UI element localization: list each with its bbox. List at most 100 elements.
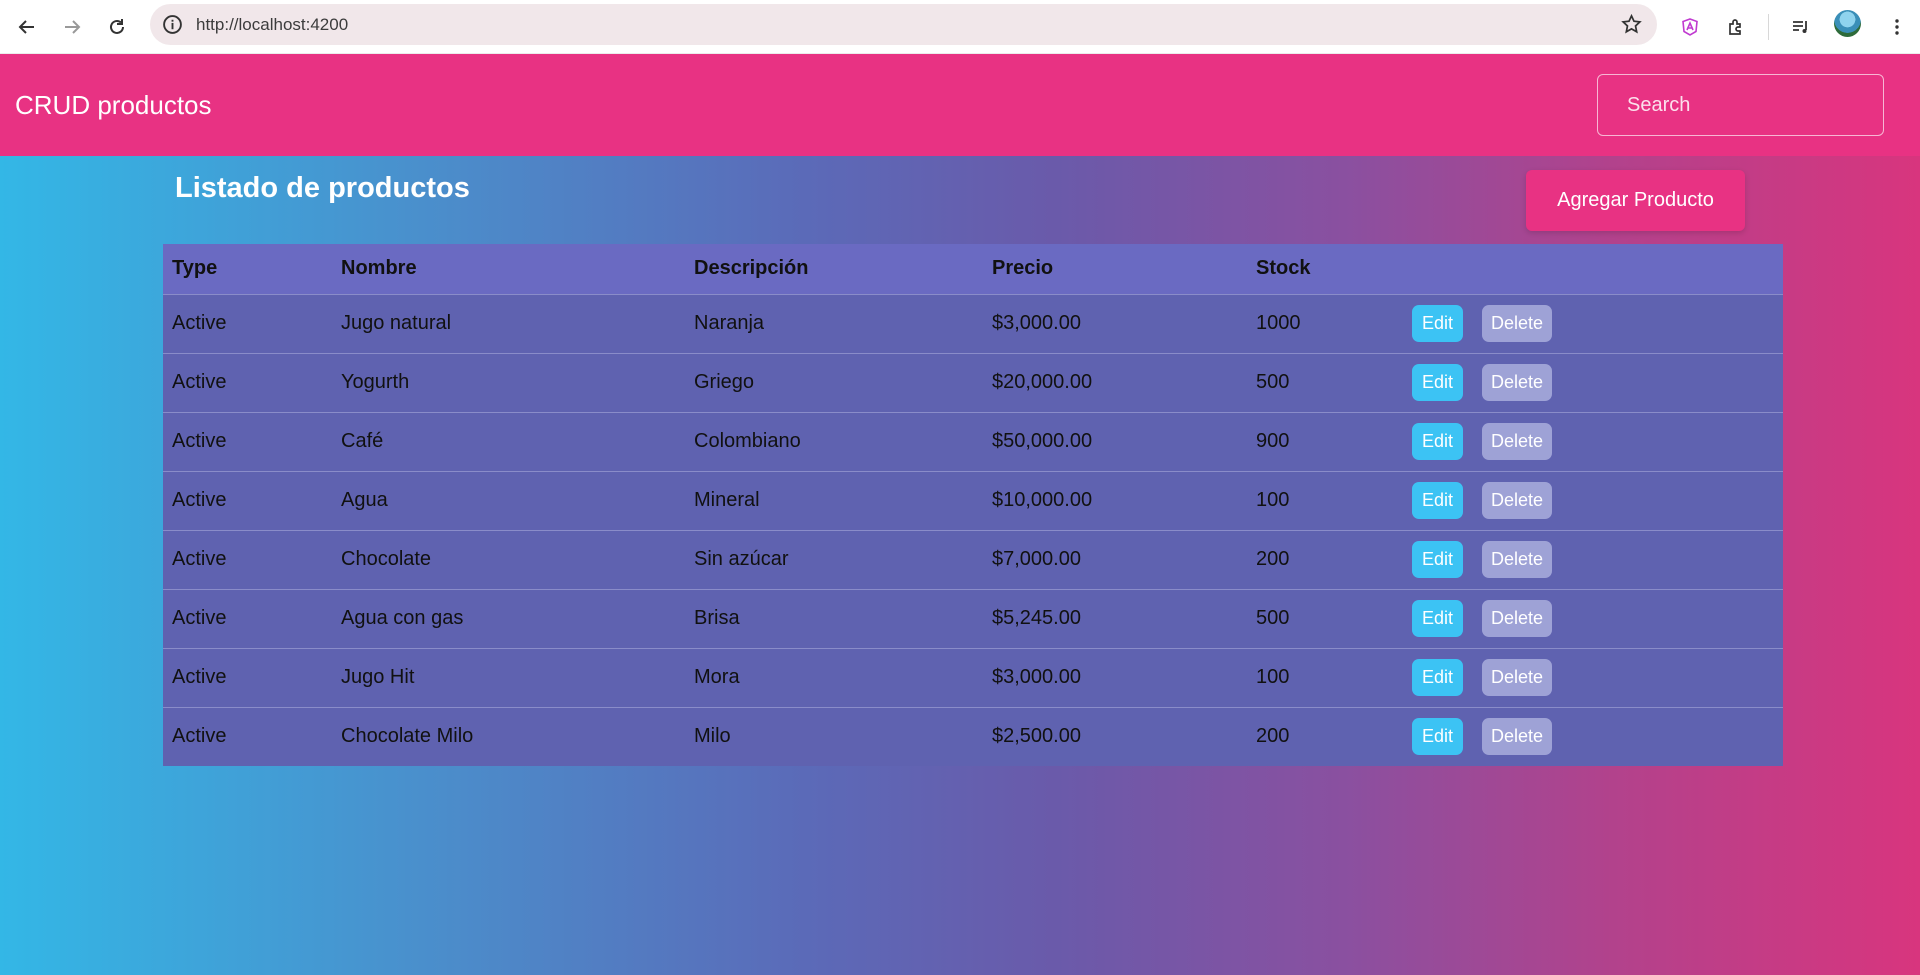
cell-precio: $20,000.00 [992, 371, 1093, 393]
reload-button[interactable] [98, 8, 136, 46]
add-product-button[interactable]: Agregar Producto [1526, 170, 1745, 231]
table-header-row: Type Nombre Descripción Precio Stock [163, 244, 1783, 294]
cell-stock: 500 [1256, 607, 1290, 629]
edit-button[interactable]: Edit [1412, 718, 1463, 756]
table-row: Active Café Colombiano $50,000.00 900 Ed… [163, 412, 1783, 471]
column-header-stock: Stock [1256, 257, 1311, 280]
cell-stock: 200 [1256, 548, 1290, 570]
delete-button[interactable]: Delete [1482, 659, 1552, 696]
extensions-puzzle-icon[interactable] [1719, 10, 1753, 44]
cell-precio: $3,000.00 [992, 666, 1081, 688]
edit-button[interactable]: Edit [1412, 659, 1463, 696]
address-bar[interactable]: http://localhost:4200 [150, 4, 1657, 45]
cell-descripcion: Mora [694, 666, 740, 688]
cell-type: Active [172, 312, 227, 334]
delete-button[interactable]: Delete [1482, 718, 1552, 756]
cell-actions: Edit Delete [1412, 589, 1783, 648]
app-root: CRUD productos Listado de productos Agre… [0, 54, 1920, 975]
edit-button[interactable]: Edit [1412, 600, 1463, 637]
cell-descripcion: Brisa [694, 607, 740, 629]
column-header-descripcion: Descripción [694, 257, 809, 280]
delete-button[interactable]: Delete [1482, 364, 1552, 401]
products-table-container: Type Nombre Descripción Precio Stock Act… [163, 244, 1783, 766]
cell-precio: $2,500.00 [992, 725, 1081, 748]
page-title: Listado de productos [175, 172, 470, 204]
cell-descripcion: Naranja [694, 312, 765, 334]
arrow-left-icon [18, 20, 34, 34]
cell-precio: $50,000.00 [992, 430, 1093, 452]
info-icon[interactable] [162, 14, 183, 35]
cell-type: Active [172, 489, 227, 511]
cell-type: Active [172, 430, 227, 452]
cell-type: Active [172, 725, 227, 748]
cell-nombre: Agua [341, 489, 388, 511]
navbar: CRUD productos [0, 54, 1920, 156]
cell-descripcion: Milo [694, 725, 731, 748]
cell-descripcion: Griego [694, 371, 755, 393]
cell-stock: 100 [1256, 666, 1290, 688]
cell-stock: 100 [1256, 489, 1290, 511]
cell-stock: 1000 [1256, 312, 1301, 334]
delete-button[interactable]: Delete [1482, 423, 1552, 460]
cell-nombre: Jugo Hit [341, 666, 415, 688]
delete-button[interactable]: Delete [1482, 600, 1552, 637]
cell-precio: $5,245.00 [992, 607, 1081, 629]
cell-nombre: Café [341, 430, 384, 452]
table-row: Active Yogurth Griego $20,000.00 500 Edi… [163, 353, 1783, 412]
cell-stock: 500 [1256, 371, 1290, 393]
cell-descripcion: Mineral [694, 489, 760, 511]
cell-stock: 900 [1256, 430, 1290, 452]
arrow-right-icon [65, 20, 81, 34]
table-row: Active Agua Mineral $10,000.00 100 Edit D… [163, 471, 1783, 530]
profile-avatar[interactable] [1834, 10, 1861, 37]
edit-button[interactable]: Edit [1412, 541, 1463, 578]
media-controls-icon[interactable] [1784, 10, 1818, 44]
cell-precio: $7,000.00 [992, 548, 1081, 570]
cell-actions: Edit Delete [1412, 530, 1783, 589]
delete-button[interactable]: Delete [1482, 482, 1552, 519]
cell-nombre: Yogurth [341, 371, 410, 393]
cell-actions: Edit Delete [1412, 412, 1783, 471]
search-input[interactable] [1597, 74, 1884, 136]
table-row: Active Chocolate Milo Milo $2,500.00 200… [163, 707, 1783, 766]
back-button[interactable] [8, 8, 46, 46]
edit-button[interactable]: Edit [1412, 423, 1463, 460]
table-row: Active Chocolate Sin azúcar $7,000.00 20… [163, 530, 1783, 589]
cell-nombre: Jugo natural [341, 312, 452, 334]
cell-actions: Edit Delete [1412, 353, 1783, 412]
cell-nombre: Chocolate Milo [341, 725, 474, 748]
toolbar-divider [1768, 14, 1769, 40]
browser-menu-icon[interactable] [1880, 10, 1914, 44]
column-header-nombre: Nombre [341, 257, 417, 280]
table-row: Active Jugo natural Naranja $3,000.00 10… [163, 294, 1783, 353]
cell-precio: $10,000.00 [992, 489, 1093, 511]
cell-type: Active [172, 371, 227, 393]
cell-descripcion: Colombiano [694, 430, 801, 452]
cell-descripcion: Sin azúcar [694, 548, 789, 570]
edit-button[interactable]: Edit [1412, 305, 1463, 342]
forward-button[interactable] [53, 8, 91, 46]
cell-nombre: Chocolate [341, 548, 432, 570]
table-row: Active Jugo Hit Mora $3,000.00 100 Edit D… [163, 648, 1783, 707]
cell-stock: 200 [1256, 725, 1290, 748]
edit-button[interactable]: Edit [1412, 482, 1463, 519]
cell-actions: Edit Delete [1412, 648, 1783, 707]
cell-type: Active [172, 607, 227, 629]
browser-toolbar: http://localhost:4200 [0, 0, 1920, 54]
products-table: Type Nombre Descripción Precio Stock Act… [163, 244, 1783, 766]
brand-title[interactable]: CRUD productos [15, 90, 212, 121]
column-header-type: Type [172, 257, 218, 280]
cell-actions: Edit Delete [1412, 707, 1783, 766]
delete-button[interactable]: Delete [1482, 305, 1552, 342]
bookmark-star-icon[interactable] [1620, 13, 1643, 36]
edit-button[interactable]: Edit [1412, 364, 1463, 401]
reload-icon [110, 19, 124, 34]
column-header-precio: Precio [992, 257, 1054, 280]
cell-type: Active [172, 548, 227, 570]
url-text: http://localhost:4200 [196, 15, 349, 34]
angular-extension-icon[interactable] [1673, 10, 1707, 44]
delete-button[interactable]: Delete [1482, 541, 1552, 578]
table-row: Active Agua con gas Brisa $5,245.00 500 … [163, 589, 1783, 648]
cell-nombre: Agua con gas [341, 607, 464, 629]
cell-precio: $3,000.00 [992, 312, 1081, 334]
